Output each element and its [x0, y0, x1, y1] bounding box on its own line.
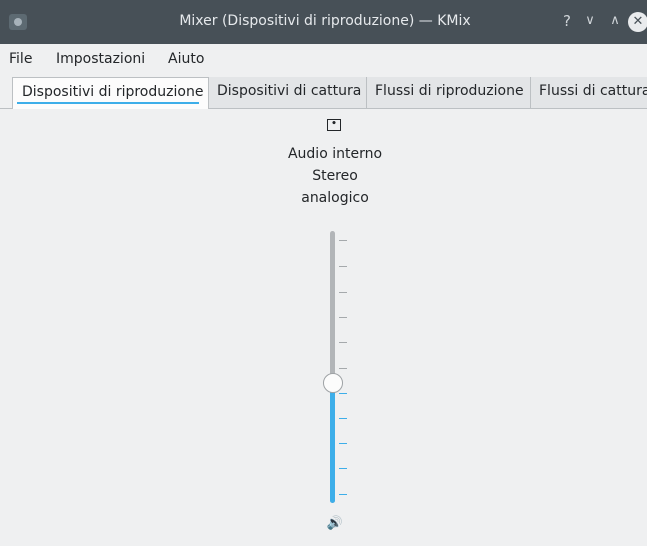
- menu-bar: File Impostazioni Aiuto: [0, 44, 647, 74]
- slider-tick: [339, 317, 347, 318]
- kmix-app-icon[interactable]: [9, 14, 27, 30]
- menu-impostazioni[interactable]: Impostazioni: [56, 51, 145, 67]
- menu-aiuto[interactable]: Aiuto: [168, 51, 204, 67]
- slider-tick: [339, 240, 347, 241]
- menu-file[interactable]: File: [9, 51, 32, 67]
- title-bar[interactable]: Mixer (Dispositivi di riproduzione) — KM…: [0, 0, 647, 44]
- maximize-button[interactable]: ∧: [605, 11, 625, 31]
- close-button[interactable]: ✕: [628, 12, 647, 32]
- window-title: Mixer (Dispositivi di riproduzione) — KM…: [179, 13, 471, 29]
- active-tab-indicator: [17, 102, 199, 104]
- slider-tick: [339, 266, 347, 267]
- tab-bar: Dispositivi di cattura Flussi di riprodu…: [0, 77, 647, 109]
- kmix-window: Mixer (Dispositivi di riproduzione) — KM…: [0, 0, 647, 546]
- tab-dispositivi-cattura[interactable]: Dispositivi di cattura: [209, 77, 367, 108]
- playback-devices-panel: • Audio interno Stereo analogico 🔊: [0, 109, 647, 546]
- minimize-button[interactable]: ∨: [580, 11, 600, 31]
- slider-tick: [339, 292, 347, 293]
- slider-tick: [339, 468, 347, 469]
- slider-tick: [339, 393, 347, 394]
- slider-tick: [339, 443, 347, 444]
- slider-tick: [339, 494, 347, 495]
- volume-slider-fill: [330, 383, 335, 503]
- audio-card-icon[interactable]: •: [327, 119, 341, 131]
- tab-dispositivi-riproduzione[interactable]: Dispositivi di riproduzione: [12, 77, 209, 109]
- device-label: Audio interno Stereo analogico: [287, 146, 383, 206]
- tab-flussi-cattura[interactable]: Flussi di cattura: [531, 77, 647, 108]
- slider-tick: [339, 368, 347, 369]
- slider-tick: [339, 418, 347, 419]
- volume-slider-handle[interactable]: [323, 373, 343, 393]
- speaker-icon[interactable]: 🔊: [326, 516, 344, 532]
- tab-flussi-riproduzione[interactable]: Flussi di riproduzione: [367, 77, 531, 108]
- help-button[interactable]: ?: [557, 11, 577, 31]
- slider-tick: [339, 342, 347, 343]
